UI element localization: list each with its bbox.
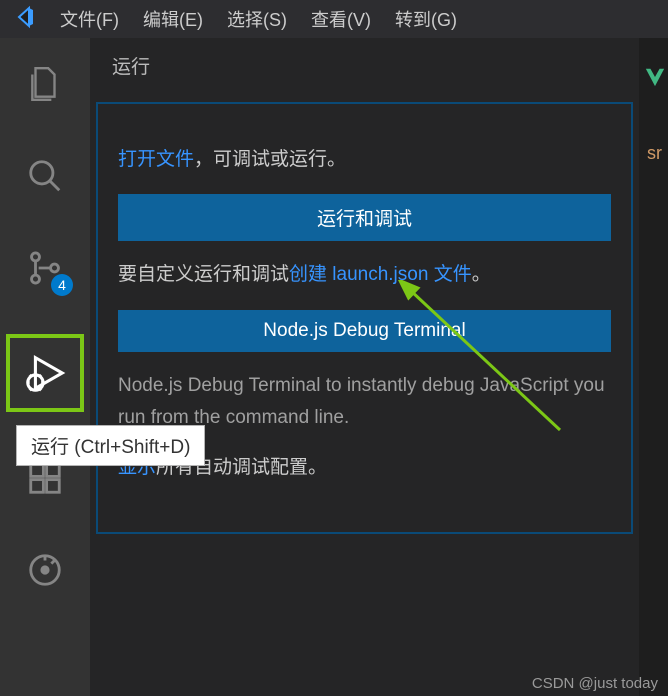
run-and-debug-button[interactable]: 运行和调试 [118,194,611,241]
menu-go[interactable]: 转到(G) [395,6,457,32]
activitybar: 4 [0,38,90,696]
open-file-link[interactable]: 打开文件 [118,149,194,170]
menu-select[interactable]: 选择(S) [227,6,287,32]
node-debug-terminal-button[interactable]: Node.js Debug Terminal [118,310,611,352]
explorer-icon[interactable] [19,58,71,110]
watermark: CSDN @just today [532,675,658,692]
customize-line: 要自定义运行和调试创建 launch.json 文件。 [118,259,611,291]
run-tooltip: 运行 (Ctrl+Shift+D) [16,425,205,466]
run-debug-icon[interactable] [6,334,84,412]
scm-badge: 4 [51,274,73,296]
create-launch-link[interactable]: 创建 launch.json 文件 [289,264,472,285]
customize-prefix: 要自定义运行和调试 [118,264,289,285]
source-control-icon[interactable]: 4 [19,242,71,294]
timeline-icon[interactable] [19,544,71,596]
titlebar: 文件(F) 编辑(E) 选择(S) 查看(V) 转到(G) [0,0,668,38]
rightstrip-text: sr [647,143,662,164]
customize-suffix: 。 [472,264,491,285]
menu-edit[interactable]: 编辑(E) [143,6,203,32]
run-sidebar: 运行 打开文件，可调试或运行。 运行和调试 要自定义运行和调试创建 launch… [90,38,640,696]
editor-peek: sr [640,38,668,696]
menu-view[interactable]: 查看(V) [311,6,371,32]
open-file-suffix: ，可调试或运行。 [194,149,346,170]
sidebar-title: 运行 [90,38,639,92]
menu-file[interactable]: 文件(F) [60,6,119,32]
open-file-line: 打开文件，可调试或运行。 [118,144,611,176]
vscode-logo-icon [12,5,36,34]
vue-icon [644,66,666,93]
run-panel: 打开文件，可调试或运行。 运行和调试 要自定义运行和调试创建 launch.js… [96,102,633,534]
search-icon[interactable] [19,150,71,202]
